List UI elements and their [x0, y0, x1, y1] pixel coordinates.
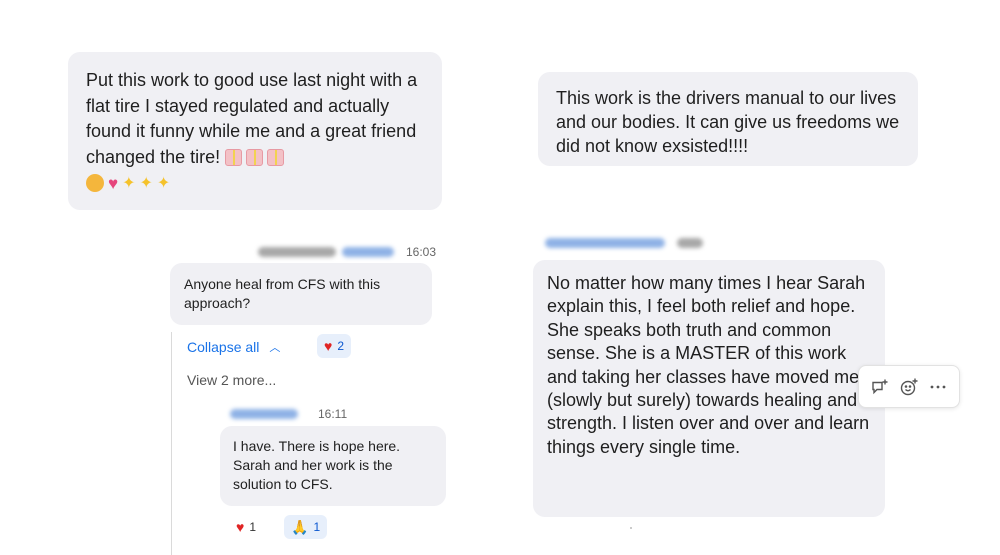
collapse-all-button[interactable]: Collapse all ︿ — [187, 339, 280, 355]
message-text: This work is the drivers manual to our l… — [556, 88, 900, 156]
sparkling-heart-icon: ♥ — [108, 173, 119, 193]
recipient-redacted — [342, 247, 394, 257]
gift-emoji-icon — [225, 149, 243, 167]
sparkles-icon: ✦ — [139, 174, 153, 192]
stray-dot — [630, 527, 632, 529]
message-time: 16:03 — [406, 245, 437, 259]
sparkles-icon: ✦ — [156, 174, 171, 192]
message-time-redacted — [677, 238, 703, 248]
message-text: Anyone heal from CFS with this approach? — [184, 276, 381, 311]
sender-name-redacted — [258, 247, 336, 257]
sender-name-redacted — [230, 409, 298, 419]
sparkles-icon: ✦ — [122, 174, 136, 192]
thread-line — [171, 332, 172, 555]
emoji-group: ♥ ✦ ✦ ✦ — [86, 171, 170, 197]
heart-icon: ♥ — [236, 519, 245, 535]
message-hover-toolbar — [858, 365, 960, 408]
reaction-count: 2 — [337, 339, 344, 353]
chat-message-bubble[interactable]: I have. There is hope here. Sarah and he… — [220, 426, 446, 506]
message-time: 16:11 — [318, 407, 348, 421]
message-meta: 16:11 — [230, 407, 347, 421]
message-text: I have. There is hope here. Sarah and he… — [233, 438, 401, 492]
gift-emoji-icon — [246, 149, 264, 167]
collapse-all-label: Collapse all — [187, 339, 260, 355]
message-meta — [545, 238, 703, 248]
chat-message-bubble[interactable]: Put this work to good use last night wit… — [68, 52, 442, 210]
message-text: No matter how many times I hear Sarah ex… — [547, 273, 870, 457]
message-meta: 16:03 — [258, 245, 436, 259]
chevron-up-icon: ︿ — [269, 342, 281, 354]
reply-thread-icon[interactable] — [869, 376, 891, 398]
reaction-count: 1 — [249, 520, 256, 534]
reaction-pray-button[interactable]: 🙏 1 — [284, 515, 328, 539]
chat-message-bubble[interactable]: No matter how many times I hear Sarah ex… — [533, 260, 885, 517]
raising-hands-icon — [86, 174, 104, 193]
sender-name-redacted — [545, 238, 665, 248]
reaction-heart-button[interactable]: ♥ 1 — [236, 515, 256, 539]
chat-message-bubble[interactable]: This work is the drivers manual to our l… — [538, 72, 918, 166]
folded-hands-icon: 🙏 — [291, 518, 309, 535]
reaction-heart-button[interactable]: ♥ 2 — [317, 334, 351, 358]
emoji-group — [225, 149, 285, 167]
chat-message-bubble[interactable]: Anyone heal from CFS with this approach? — [170, 263, 432, 325]
add-reaction-icon[interactable] — [898, 376, 920, 398]
more-options-icon[interactable] — [927, 376, 949, 398]
heart-icon: ♥ — [324, 338, 333, 354]
reaction-count: 1 — [313, 520, 321, 534]
gift-emoji-icon — [267, 149, 285, 167]
view-more-link[interactable]: View 2 more... — [187, 372, 276, 388]
